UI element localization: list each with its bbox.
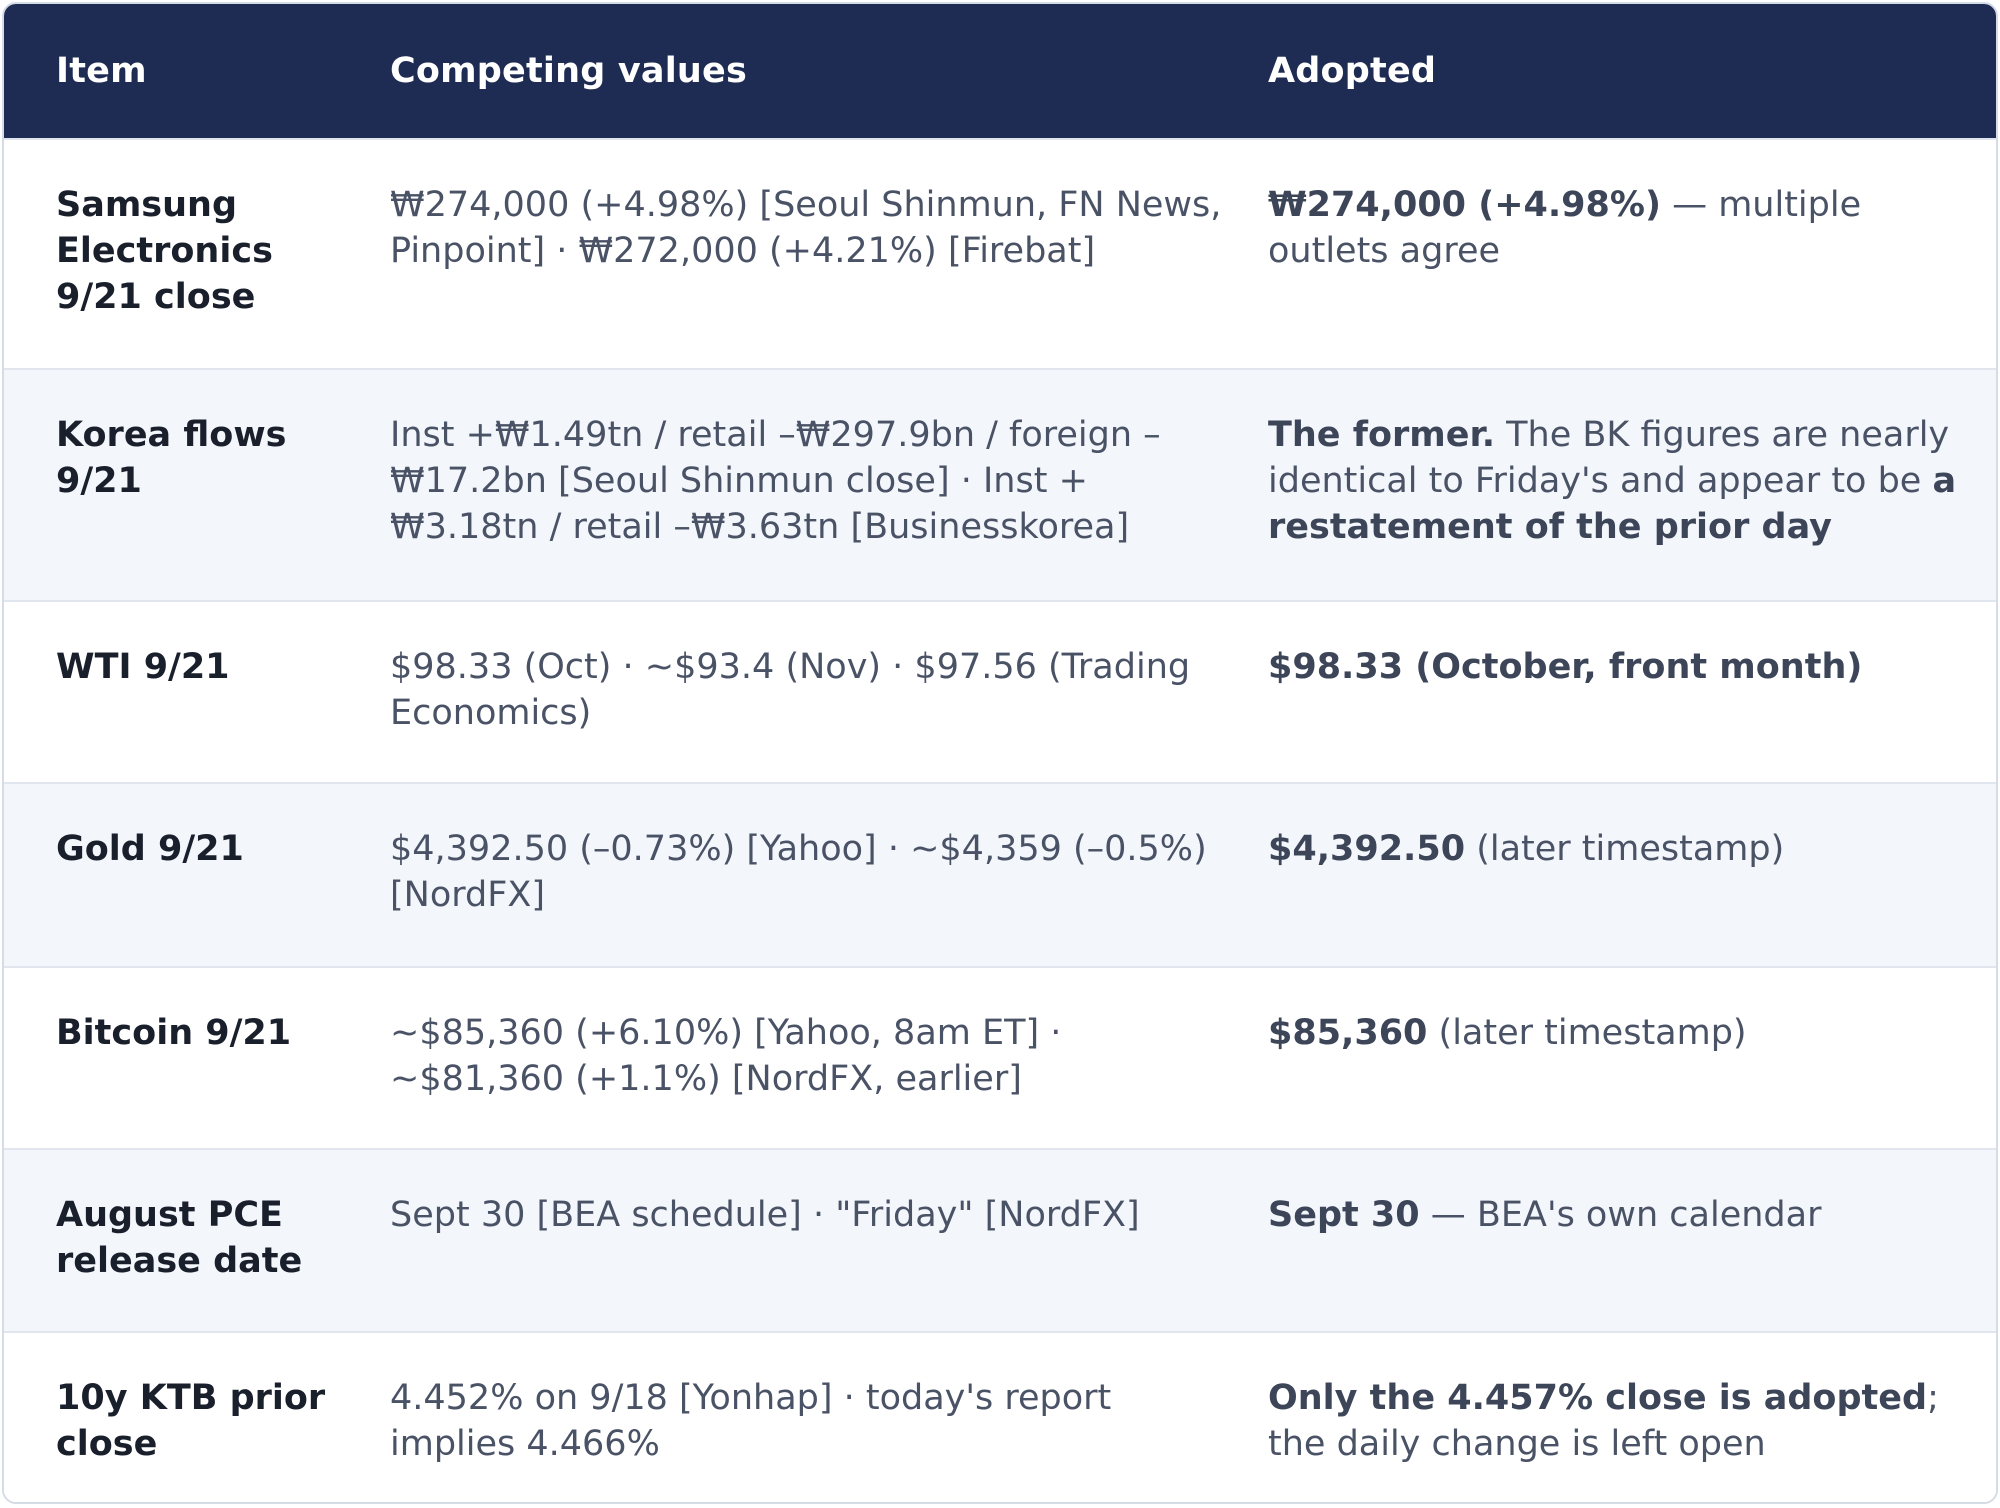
adopted-cell: Only the 4.457% close is adopted; the da… (1268, 1375, 1996, 1502)
adopted-cell: $98.33 (October, front month) (1268, 644, 1996, 782)
table-row: Gold 9/21 $4,392.50 (–0.73%) [Yahoo] · ~… (4, 782, 1996, 966)
adopted-text: (later timestamp) (1465, 829, 1785, 869)
table-row: August PCE release date Sept 30 [BEA sch… (4, 1148, 1996, 1331)
adopted-cell: Sept 30 — BEA's own calendar (1268, 1192, 1996, 1331)
table-row: Samsung Electronics 9/21 close ₩274,000 … (4, 138, 1996, 368)
competing-values-cell: $98.33 (Oct) · ~$93.4 (Nov) · $97.56 (Tr… (390, 647, 1191, 733)
adopted-emphasis: Only the 4.457% close is adopted (1268, 1378, 1928, 1418)
item-cell: Bitcoin 9/21 (56, 1013, 292, 1053)
adopted-text: — BEA's own calendar (1419, 1195, 1822, 1235)
adopted-cell: $85,360 (later timestamp) (1268, 1010, 1996, 1148)
adopted-emphasis: Sept 30 (1268, 1195, 1420, 1235)
competing-values-cell: $4,392.50 (–0.73%) [Yahoo] · ~$4,359 (–0… (390, 829, 1207, 915)
item-cell: Gold 9/21 (56, 829, 244, 869)
header-item: Item (56, 51, 147, 91)
adopted-cell: The former. The BK figures are nearly id… (1268, 412, 1996, 600)
table-row: WTI 9/21 $98.33 (Oct) · ~$93.4 (Nov) · $… (4, 600, 1996, 782)
adopted-emphasis: The former. (1268, 415, 1496, 455)
adopted-emphasis: ₩274,000 (+4.98%) (1268, 185, 1661, 225)
item-cell: 10y KTB prior close (56, 1378, 326, 1464)
table-row: 10y KTB prior close 4.452% on 9/18 [Yonh… (4, 1331, 1996, 1502)
table-header-row: Item Competing values Adopted (4, 4, 1996, 138)
competing-values-cell: Sept 30 [BEA schedule] · "Friday" [NordF… (390, 1195, 1140, 1235)
adopted-emphasis: $98.33 (October, front month) (1268, 647, 1863, 687)
competing-values-cell: ~$85,360 (+6.10%) [Yahoo, 8am ET] · ~$81… (390, 1013, 1062, 1099)
competing-values-cell: Inst +₩1.49tn / retail –₩297.9bn / forei… (390, 415, 1161, 547)
competing-values-cell: ₩274,000 (+4.98%) [Seoul Shinmun, FN New… (390, 185, 1222, 271)
table-row: Korea flows 9/21 Inst +₩1.49tn / retail … (4, 368, 1996, 600)
adopted-cell: ₩274,000 (+4.98%) — multiple outlets agr… (1268, 182, 1996, 368)
item-cell: August PCE release date (56, 1195, 303, 1281)
header-competing-values: Competing values (390, 51, 747, 91)
competing-values-cell: 4.452% on 9/18 [Yonhap] · today's report… (390, 1378, 1112, 1464)
adopted-emphasis: $85,360 (1268, 1013, 1428, 1053)
adopted-cell: $4,392.50 (later timestamp) (1268, 826, 1996, 966)
comparison-table: Item Competing values Adopted Samsung El… (2, 2, 1998, 1504)
table-row: Bitcoin 9/21 ~$85,360 (+6.10%) [Yahoo, 8… (4, 966, 1996, 1148)
item-cell: Korea flows 9/21 (56, 415, 287, 501)
item-cell: Samsung Electronics 9/21 close (56, 185, 273, 317)
item-cell: WTI 9/21 (56, 647, 230, 687)
adopted-emphasis: $4,392.50 (1268, 829, 1466, 869)
adopted-text: (later timestamp) (1427, 1013, 1747, 1053)
header-adopted: Adopted (1268, 51, 1437, 91)
